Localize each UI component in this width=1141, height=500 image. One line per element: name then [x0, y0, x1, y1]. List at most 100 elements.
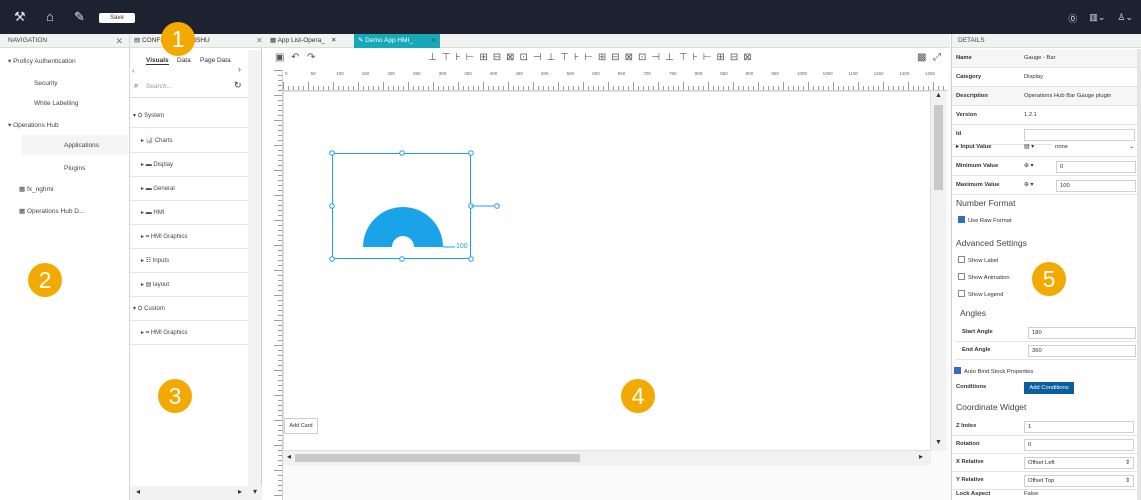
brush-icon[interactable]: ✎	[74, 9, 85, 25]
undo-icon[interactable]: ↶	[291, 52, 299, 63]
show-animation-checkbox[interactable]: Show Animation	[958, 273, 1010, 281]
rotation-input[interactable]: 0	[1024, 439, 1134, 451]
close-icon[interactable]: ✕	[115, 36, 123, 47]
ruler-tick	[903, 86, 904, 90]
ruler-tick	[423, 86, 424, 90]
group-general[interactable]: ▸ ▬ General	[130, 177, 248, 201]
arrow-down-icon[interactable]: ▼	[935, 439, 942, 446]
nav-item-fx-nghmi[interactable]: ▦ fx_nghmi	[19, 185, 53, 193]
nav-item-proficy-authentication[interactable]: ▾ Proficy Authentication	[8, 57, 76, 65]
binding-icon[interactable]: ⊕ ▾	[1024, 157, 1033, 176]
search-box[interactable]: ⌕ Search... ↻	[130, 76, 248, 98]
save-button[interactable]: Save	[99, 13, 135, 23]
binding-icon[interactable]: ▤ ▾	[1024, 138, 1034, 157]
close-icon[interactable]: ✕	[430, 36, 437, 45]
arrow-right-icon[interactable]: ▸	[919, 452, 923, 461]
canvas-hscrollbar[interactable]: ◂ ▸	[283, 451, 931, 465]
arrow-down-icon[interactable]: ▾	[253, 487, 257, 496]
advanced-settings-title: Advanced Settings	[956, 238, 1027, 248]
group-inputs[interactable]: ▸ ☷ Inputs	[130, 249, 248, 273]
fit-icon[interactable]: ⤢	[933, 52, 941, 63]
tab-demo-app-hmi[interactable]: ✎ Demo App HMI_	[354, 34, 440, 48]
home-icon[interactable]: ⌂	[46, 9, 54, 24]
detail-category: Category Display	[952, 68, 1137, 87]
nav-item-plugins[interactable]: Plugins	[64, 165, 85, 172]
start-angle-input[interactable]: 180	[1028, 327, 1136, 339]
ruler-tick	[663, 86, 664, 90]
palette-hscrollbar[interactable]: ◂ ▸ ▾	[130, 486, 262, 500]
ruler-tick	[608, 82, 609, 90]
arrow-left-icon[interactable]: ◂	[136, 487, 140, 496]
help-icon[interactable]: ⓪	[1068, 12, 1077, 25]
details-scrollbar[interactable]	[1137, 49, 1141, 500]
arrow-left-icon[interactable]: ◂	[287, 452, 291, 461]
add-card-button[interactable]: Add Card	[284, 418, 318, 434]
tab-app-list[interactable]: ▦ App List-Opera_ ✕	[266, 34, 358, 48]
ruler-tick	[278, 90, 282, 91]
y-relative-select[interactable]: Offset Top ⇕	[1024, 475, 1134, 487]
refresh-icon[interactable]: ↻	[234, 80, 242, 91]
group-system[interactable]: ▾ ⛭ System	[130, 104, 248, 128]
preview-icon[interactable]: ▣	[275, 52, 284, 63]
ruler-tick	[808, 82, 809, 90]
arrow-up-icon[interactable]: ▲	[935, 92, 942, 99]
show-legend-checkbox[interactable]: Show Legend	[958, 290, 1003, 298]
palette-tab[interactable]: ▤ CONFIGURATIONSHU	[130, 34, 262, 48]
group-custom[interactable]: ▾ ⛭ Custom	[130, 297, 248, 321]
show-label-checkbox[interactable]: Show Label	[958, 256, 998, 264]
tools-icon[interactable]: ⚒	[14, 9, 26, 25]
z-index-input[interactable]: 1	[1024, 421, 1134, 433]
x-relative-select[interactable]: Offset Left ⇕	[1024, 457, 1134, 469]
ruler-tick	[278, 415, 282, 416]
canvas-page[interactable]	[283, 91, 931, 451]
arrow-right-icon[interactable]: ▸	[238, 487, 242, 496]
tab-data[interactable]: Data	[177, 57, 191, 64]
tab-visuals[interactable]: Visuals	[146, 57, 169, 65]
search-input[interactable]: Search...	[146, 83, 172, 90]
nav-item-security[interactable]: Security	[34, 80, 57, 87]
input-value-select[interactable]: none ⌄	[1052, 142, 1136, 154]
chevron-right-icon[interactable]: ›	[238, 64, 241, 74]
chevron-left-icon[interactable]: ‹	[132, 66, 135, 75]
ruler-tick	[333, 82, 334, 90]
auto-bind-checkbox[interactable]: Auto Bind Stock Properties	[954, 367, 1033, 375]
tab-page-data[interactable]: Page Data	[200, 57, 231, 64]
ruler-tick-label: 100	[336, 71, 344, 76]
group-display[interactable]: ▸ ▬ Display	[130, 153, 248, 177]
group-hmi-graphics[interactable]: ▸ ⌗ HMI Graphics	[130, 225, 248, 249]
close-icon[interactable]: ✕	[331, 37, 336, 44]
user-icon[interactable]: ♙⌄	[1117, 12, 1133, 25]
lock-aspect-select[interactable]: False	[1024, 489, 1038, 500]
palette-scrollbar[interactable]	[248, 50, 261, 500]
layout-icon[interactable]: ▥⌄	[1089, 12, 1105, 25]
minimum-value-input[interactable]: 0	[1056, 161, 1136, 173]
ruler-tick	[278, 430, 282, 431]
ruler-tick	[778, 86, 779, 90]
ruler-tick	[298, 86, 299, 90]
group-hmi[interactable]: ▸ ▬ HMI	[130, 201, 248, 225]
ruler-tick	[278, 315, 282, 316]
grid-settings-icon[interactable]: ▩	[917, 52, 926, 63]
ruler-tick	[278, 255, 282, 256]
add-conditions-button[interactable]: Add Conditions	[1024, 382, 1074, 394]
group-custom-hmi-graphics[interactable]: ▸ ⌗ HMI Graphics	[130, 321, 248, 345]
ruler-tick	[274, 470, 282, 471]
use-raw-format-checkbox[interactable]: Use Raw Format	[958, 216, 1012, 224]
canvas-vscrollbar[interactable]: ▲ ▼	[931, 91, 946, 451]
maximum-value-input[interactable]: 100	[1056, 180, 1136, 192]
end-angle-input[interactable]: 360	[1028, 345, 1136, 357]
alignment-tools[interactable]: ⊥⊤⊦⊢⊞⊟⊠⊡⊣⊥⊤⊦⊢⊞⊟⊠⊡⊣⊥⊤⊦⊢⊞⊟⊠	[428, 52, 757, 63]
gauge-widget[interactable]	[328, 149, 508, 264]
ruler-tick	[274, 345, 282, 346]
nav-item-white-labelling[interactable]: White Labelling	[34, 100, 78, 107]
ruler-tick	[388, 86, 389, 90]
nav-item-operations-hub[interactable]: ▾ Operations Hub	[8, 121, 59, 129]
group-charts[interactable]: ▸ 📊 Charts	[130, 129, 248, 153]
binding-icon[interactable]: ⊕ ▾	[1024, 176, 1033, 195]
group-layout[interactable]: ▸ ▤ layout	[130, 273, 248, 297]
nav-item-applications[interactable]: Applications	[64, 142, 99, 149]
nav-item-operations-hub-d[interactable]: ▦ Operations Hub D...	[19, 207, 84, 215]
ruler-tick	[658, 82, 659, 90]
ruler-tick	[523, 86, 524, 90]
redo-icon[interactable]: ↷	[307, 52, 315, 63]
